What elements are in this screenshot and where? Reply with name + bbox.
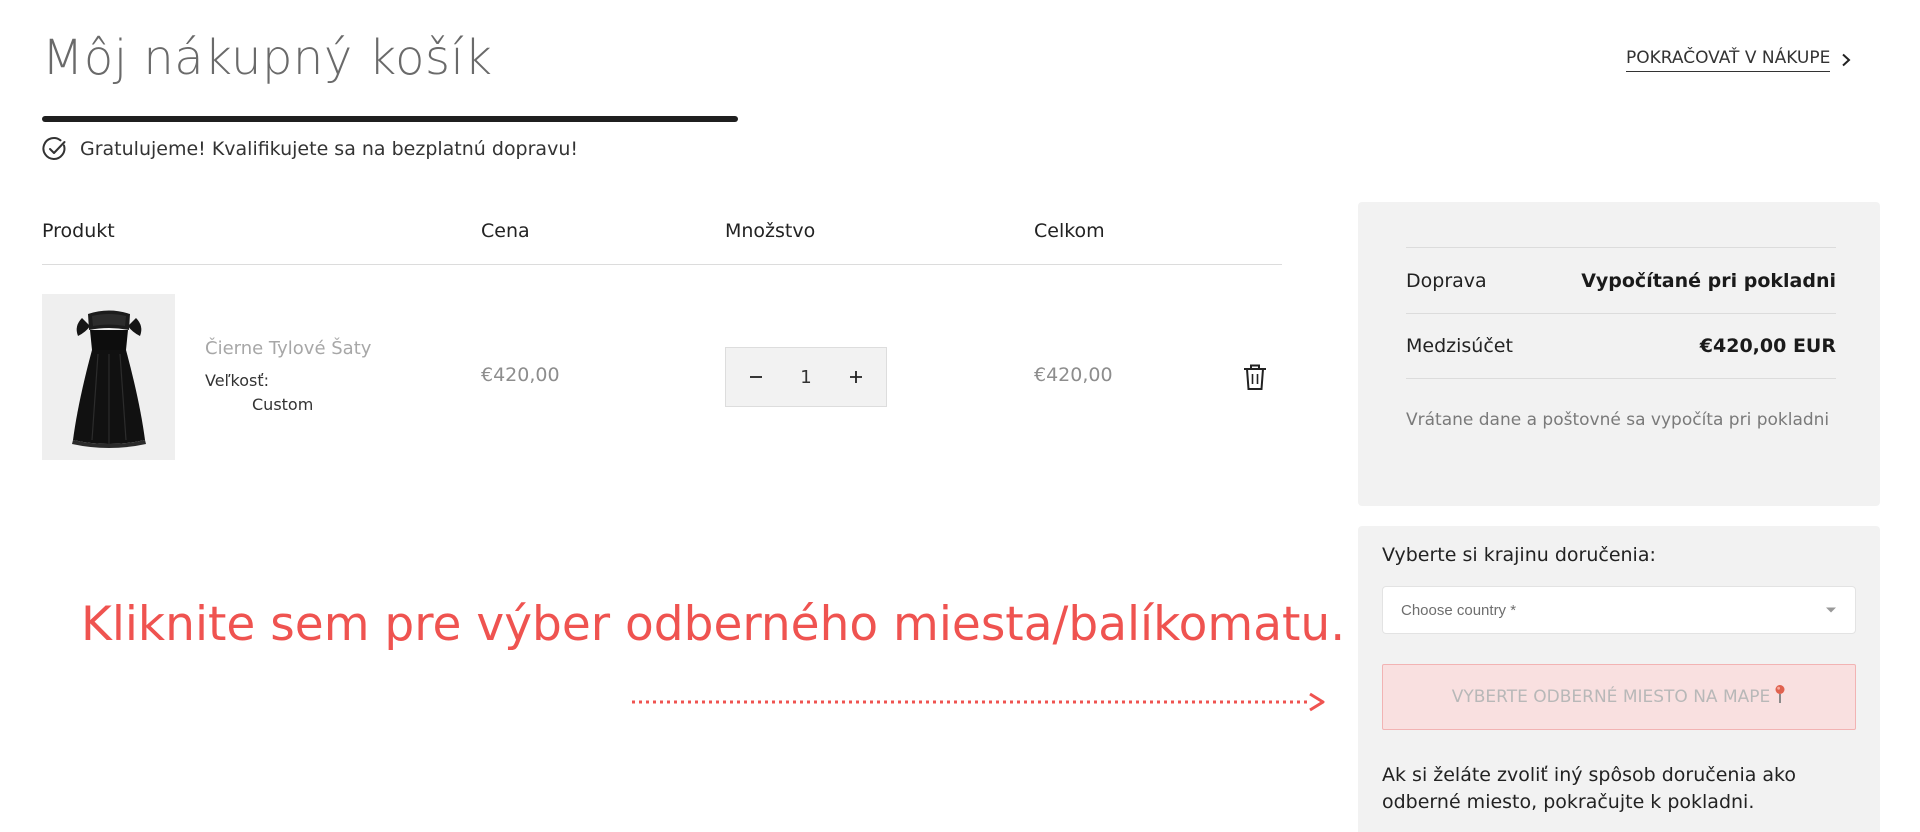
order-summary-panel: Doprava Vypočítané pri pokladni Medzisúč… (1358, 202, 1880, 506)
free-shipping-text: Gratulujeme! Kvalifikujete sa na bezplat… (80, 138, 578, 160)
product-image[interactable] (42, 294, 175, 460)
shipping-value: Vypočítané pri pokladni (1581, 270, 1836, 292)
quantity-stepper: 1 (725, 347, 887, 407)
page-title: Môj nákupný košík (42, 30, 493, 86)
summary-row-subtotal: Medzisúčet €420,00 EUR (1406, 335, 1836, 357)
column-header-quantity: Množstvo (725, 220, 816, 242)
item-total: €420,00 (1034, 364, 1113, 386)
subtotal-value: €420,00 EUR (1699, 335, 1836, 357)
variant-value: Custom (252, 395, 314, 414)
check-circle-icon (42, 137, 66, 160)
free-shipping-message: Gratulujeme! Kvalifikujete sa na bezplat… (42, 136, 578, 162)
column-header-total: Celkom (1034, 220, 1105, 242)
pickup-callout-text: Kliknite sem pre výber odberného miesta/… (81, 597, 1346, 652)
map-pin-icon (1775, 685, 1785, 704)
chevron-down-icon (1826, 607, 1836, 613)
delivery-country-label: Vyberte si krajinu doručenia: (1382, 544, 1656, 566)
quantity-input[interactable]: 1 (800, 367, 811, 388)
arrow-right-icon (632, 692, 1325, 712)
minus-icon (750, 376, 762, 378)
plus-icon (849, 371, 862, 383)
column-header-product: Produkt (42, 220, 115, 242)
pickup-button-label: VYBERTE ODBERNÉ MIESTO NA MAPE (1451, 687, 1771, 708)
country-select-placeholder: Choose country * (1401, 601, 1517, 619)
trash-icon[interactable] (1242, 363, 1268, 391)
subtotal-label: Medzisúčet (1406, 335, 1513, 357)
product-name[interactable]: Čierne Tylové Šaty (205, 338, 371, 359)
tax-shipping-note: Vrátane dane a poštovné sa vypočíta pri … (1406, 410, 1830, 430)
chevron-right-icon (1842, 53, 1851, 67)
dress-image (71, 310, 146, 448)
variant-label: Veľkosť: (205, 371, 270, 390)
summary-divider (1406, 247, 1836, 248)
decrease-quantity-button[interactable] (744, 365, 768, 389)
free-shipping-progress-bar (42, 116, 738, 122)
continue-shopping-link[interactable]: POKRAČOVAŤ V NÁKUPE (1626, 48, 1852, 72)
continue-shopping-label: POKRAČOVAŤ V NÁKUPE (1626, 48, 1831, 72)
delivery-panel: Vyberte si krajinu doručenia: Choose cou… (1358, 526, 1880, 832)
select-pickup-point-button[interactable]: VYBERTE ODBERNÉ MIESTO NA MAPE (1382, 664, 1856, 730)
cart-table-header: Produkt Cena Množstvo Celkom (42, 218, 1282, 265)
increase-quantity-button[interactable] (844, 365, 868, 389)
country-select[interactable]: Choose country * (1382, 586, 1856, 634)
item-price: €420,00 (481, 364, 560, 386)
column-header-price: Cena (481, 220, 530, 242)
summary-row-shipping: Doprava Vypočítané pri pokladni (1406, 270, 1836, 292)
summary-divider (1406, 378, 1836, 379)
summary-divider (1406, 313, 1836, 314)
delivery-method-note: Ak si želáte zvoliť iný spôsob doručenia… (1382, 764, 1796, 813)
shipping-label: Doprava (1406, 270, 1487, 292)
